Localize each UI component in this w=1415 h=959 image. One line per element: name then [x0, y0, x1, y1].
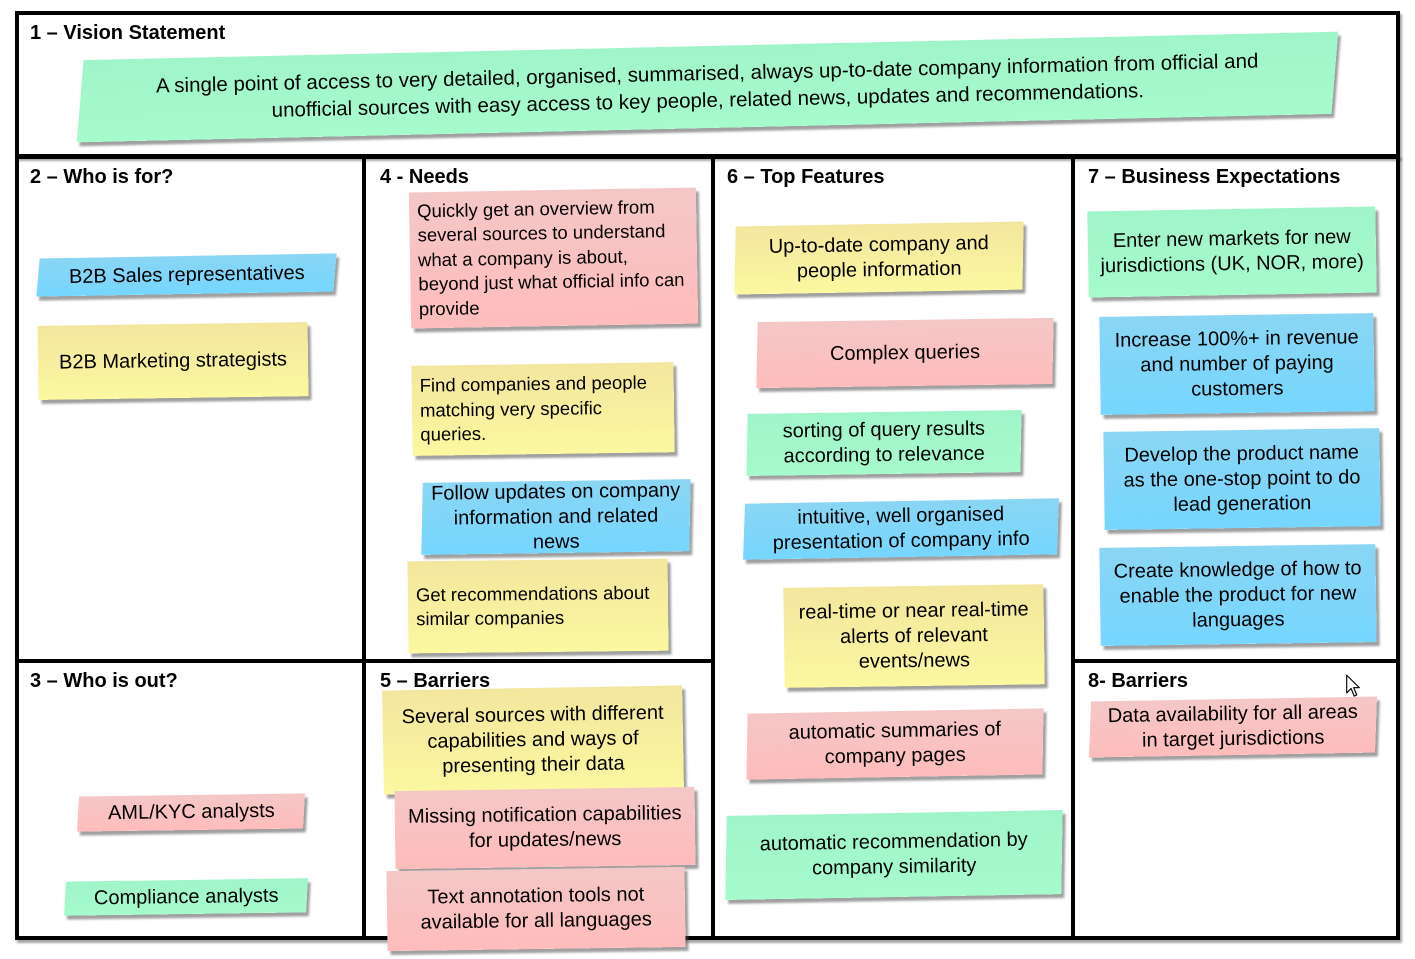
note-text: Enter new markets for new jurisdictions … — [1100, 225, 1365, 278]
note-text: Increase 100%+ in revenue and number of … — [1114, 325, 1359, 401]
divider-col-2 — [711, 157, 715, 938]
divider-row-right — [1073, 659, 1398, 663]
note-text: Several sources with different capabilit… — [401, 701, 664, 778]
top-features-note[interactable]: real-time or near real-time alerts of re… — [783, 584, 1045, 688]
barriers-8-note[interactable]: Data availability for all areas in targe… — [1089, 696, 1377, 758]
note-text: Create knowledge of how to enable the pr… — [1113, 556, 1362, 632]
note-text: real-time or near real-time alerts of re… — [798, 597, 1029, 673]
business-expectations-note[interactable]: Enter new markets for new jurisdictions … — [1087, 206, 1377, 298]
top-features-note[interactable]: Complex queries — [756, 317, 1054, 389]
vision-heading: 1 – Vision Statement — [30, 22, 226, 44]
top-features-heading: 6 – Top Features — [727, 166, 885, 188]
who-out-note[interactable]: Compliance analysts — [64, 878, 308, 916]
note-text: B2B Marketing strategists — [58, 347, 288, 374]
note-text: Develop the product name as the one-stop… — [1123, 440, 1361, 516]
vision-note-text: A single point of access to very detaile… — [155, 49, 1259, 122]
divider-col-1 — [362, 157, 366, 938]
divider-col-3 — [1071, 157, 1075, 938]
needs-note[interactable]: Quickly get an overview from several sou… — [408, 187, 699, 329]
top-features-note[interactable]: Up-to-date company and people informatio… — [734, 221, 1024, 295]
note-text: Data availability for all areas in targe… — [1107, 700, 1359, 752]
barriers-5-note[interactable]: Missing notification capabilities for up… — [394, 786, 696, 870]
note-text: AML/KYC analysts — [107, 799, 275, 825]
note-text: Up-to-date company and people informatio… — [768, 232, 990, 283]
needs-note[interactable]: Follow updates on company information an… — [421, 478, 691, 555]
business-expectations-heading: 7 – Business Expectations — [1088, 166, 1341, 188]
note-text: Follow updates on company information an… — [430, 478, 681, 553]
note-text: automatic summaries of company pages — [788, 718, 1002, 769]
needs-note[interactable]: Get recommendations about similar compan… — [407, 558, 669, 654]
note-text: Compliance analysts — [93, 884, 279, 909]
business-expectations-note[interactable]: Increase 100%+ in revenue and number of … — [1099, 313, 1375, 415]
note-text: Complex queries — [829, 340, 981, 365]
business-expectations-note[interactable]: Develop the product name as the one-stop… — [1103, 428, 1381, 530]
barriers-5-note[interactable]: Several sources with different capabilit… — [382, 685, 684, 795]
divider-row-left — [17, 659, 713, 663]
barriers-8-heading: 8- Barriers — [1088, 670, 1189, 692]
note-text: Find companies and people matching very … — [419, 371, 648, 445]
note-text: intuitive, well organised presentation o… — [772, 503, 1030, 555]
barriers-5-note[interactable]: Text annotation tools not available for … — [386, 866, 686, 952]
note-text: Get recommendations about similar compan… — [415, 581, 650, 630]
who-for-heading: 2 – Who is for? — [30, 166, 174, 188]
who-for-note[interactable]: B2B Marketing strategists — [37, 322, 309, 400]
who-out-note[interactable]: AML/KYC analysts — [77, 793, 305, 832]
top-features-note[interactable]: intuitive, well organised presentation o… — [743, 498, 1059, 560]
who-for-note[interactable]: B2B Sales representatives — [36, 253, 337, 297]
top-features-note[interactable]: sorting of query results according to re… — [746, 410, 1022, 476]
note-text: sorting of query results according to re… — [782, 417, 986, 468]
note-text: Missing notification capabilities for up… — [407, 802, 682, 853]
needs-note[interactable]: Find companies and people matching very … — [411, 362, 675, 456]
top-features-note[interactable]: automatic summaries of company pages — [746, 708, 1044, 780]
business-expectations-note[interactable]: Create knowledge of how to enable the pr… — [1099, 544, 1377, 646]
note-text: Text annotation tools not available for … — [420, 883, 652, 934]
note-text: B2B Sales representatives — [68, 261, 305, 288]
top-features-note[interactable]: automatic recommendation by company simi… — [725, 810, 1063, 900]
mouse-cursor-icon — [1346, 674, 1360, 697]
note-text: Quickly get an overview from several sou… — [416, 195, 685, 320]
needs-heading: 4 - Needs — [380, 166, 469, 188]
note-text: automatic recommendation by company simi… — [759, 828, 1028, 880]
who-out-heading: 3 – Who is out? — [30, 670, 178, 692]
